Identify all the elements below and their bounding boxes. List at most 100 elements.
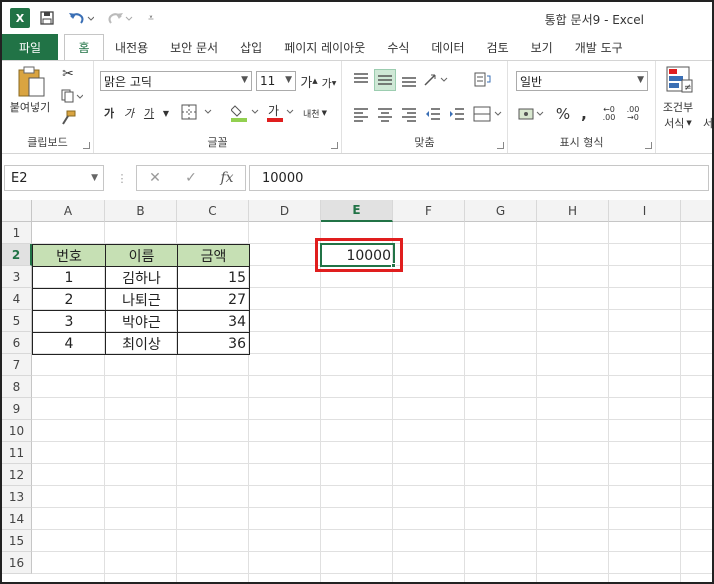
tab-my[interactable]: 내전용 [104,34,159,60]
column-header-b[interactable]: B [105,200,177,222]
paste-button[interactable]: 붙여넣기 [4,99,56,115]
align-top-icon[interactable] [350,69,372,91]
column-header-g[interactable]: G [465,200,537,222]
align-middle-icon[interactable] [374,69,396,91]
insert-function-icon[interactable]: fx [209,170,245,186]
column-header-a[interactable]: A [32,200,105,222]
bold-button[interactable]: 가 [100,103,118,123]
wrap-text-icon[interactable] [472,69,494,91]
save-icon[interactable] [38,8,56,28]
border-icon[interactable] [178,101,218,123]
shrink-font-icon[interactable]: 가 ▼ [320,73,338,93]
align-left-icon[interactable] [350,103,372,125]
column-header-j[interactable] [681,200,712,222]
enter-icon[interactable]: ✓ [173,170,209,186]
tab-review[interactable]: 검토 [476,34,520,60]
conditional-format-icon[interactable]: ≠ [664,65,698,95]
redo-icon[interactable] [106,8,136,28]
scissors-icon[interactable]: ✂ [58,65,78,83]
row-header-12[interactable]: 12 [2,464,32,486]
row-header-6[interactable]: 6 [2,332,32,354]
tab-security[interactable]: 보안 문서 [159,34,229,60]
row-header-2[interactable]: 2 [2,244,32,266]
row-header-15[interactable]: 15 [2,530,32,552]
accounting-format-icon[interactable] [516,103,548,125]
tab-view[interactable]: 보기 [520,34,564,60]
table-cell[interactable]: 34 [177,310,250,333]
merge-center-icon[interactable] [472,103,504,125]
font-size-select[interactable]: 11 ▼ [256,71,296,91]
clipboard-launcher-icon[interactable] [83,142,90,149]
chevron-down-icon[interactable]: ▼ [160,103,172,123]
tab-file[interactable]: 파일 [2,34,58,60]
tab-home[interactable]: 홈 [64,34,104,60]
table-cell[interactable]: 최이상 [105,332,178,355]
cancel-icon[interactable]: ✕ [137,170,173,186]
paste-icon[interactable] [12,65,50,99]
column-header-c[interactable]: C [177,200,249,222]
number-format-select[interactable]: 일반 ▼ [516,71,648,91]
table-header-amount[interactable]: 금액 [177,244,250,267]
row-header-7[interactable]: 7 [2,354,32,376]
font-launcher-icon[interactable] [331,142,338,149]
column-header-h[interactable]: H [537,200,609,222]
conditional-format-sub[interactable]: 서식 ▼ [656,115,700,131]
row-header-8[interactable]: 8 [2,376,32,398]
alignment-launcher-icon[interactable] [497,142,504,149]
row-header-16[interactable]: 16 [2,552,32,574]
column-header-f[interactable]: F [393,200,465,222]
select-all-button[interactable] [2,200,32,222]
formula-input[interactable]: 10000 [249,165,709,191]
increase-indent-icon[interactable] [446,103,468,125]
percent-button[interactable]: % [554,103,572,125]
table-cell[interactable]: 나퇴근 [105,288,178,311]
row-header-3[interactable]: 3 [2,266,32,288]
font-name-select[interactable]: 맑은 고딕 ▼ [100,71,252,91]
table-header-number[interactable]: 번호 [32,244,106,267]
grow-font-icon[interactable]: 가 ▲ [300,71,318,91]
customize-qat-icon[interactable]: ⩡ [144,8,158,28]
table-cell[interactable]: 27 [177,288,250,311]
column-header-i[interactable]: I [609,200,681,222]
row-header-1[interactable]: 1 [2,222,32,244]
increase-decimal-icon[interactable]: ←0.00 [598,103,620,125]
table-cell[interactable]: 김하나 [105,266,178,289]
font-color-icon[interactable]: 가 [266,101,296,123]
tab-insert[interactable]: 삽입 [229,34,273,60]
tab-page-layout[interactable]: 페이지 레이아웃 [273,34,376,60]
italic-button[interactable]: 가 [120,103,138,123]
row-header-5[interactable]: 5 [2,310,32,332]
number-launcher-icon[interactable] [645,142,652,149]
align-bottom-icon[interactable] [398,69,420,91]
underline-button[interactable]: 가 [140,103,158,123]
align-right-icon[interactable] [398,103,420,125]
text-wrap-button[interactable]: 내천 ▼ [302,103,328,123]
table-cell[interactable]: 15 [177,266,250,289]
row-header-14[interactable]: 14 [2,508,32,530]
table-cell[interactable]: 4 [32,332,106,355]
table-cell[interactable]: 박야근 [105,310,178,333]
row-header-11[interactable]: 11 [2,442,32,464]
row-header-13[interactable]: 13 [2,486,32,508]
row-header-9[interactable]: 9 [2,398,32,420]
table-cell[interactable]: 1 [32,266,106,289]
align-center-icon[interactable] [374,103,396,125]
tab-formulas[interactable]: 수식 [376,34,420,60]
orientation-icon[interactable] [422,69,450,91]
decrease-indent-icon[interactable] [422,103,444,125]
comma-style-icon[interactable]: , [576,103,592,125]
decrease-decimal-icon[interactable]: .00 →0 [622,103,644,125]
tab-data[interactable]: 데이터 [420,34,475,60]
row-header-10[interactable]: 10 [2,420,32,442]
copy-icon[interactable] [58,87,86,105]
column-header-d[interactable]: D [249,200,321,222]
conditional-format-button[interactable]: 조건부 [656,99,700,115]
row-header-4[interactable]: 4 [2,288,32,310]
tab-developer[interactable]: 개발 도구 [564,34,634,60]
fill-color-icon[interactable] [230,101,262,123]
name-box[interactable]: E2 ▼ [4,165,104,191]
table-cell[interactable]: 2 [32,288,106,311]
table-cell[interactable]: 36 [177,332,250,355]
table-header-name[interactable]: 이름 [105,244,178,267]
column-header-e[interactable]: E [321,200,393,222]
